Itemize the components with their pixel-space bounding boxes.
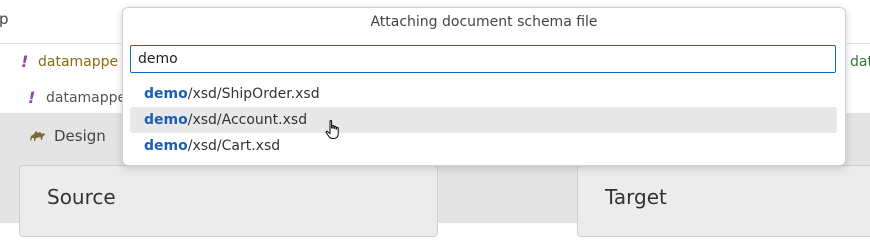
item-path-text: /xsd/Account.xsd	[187, 112, 308, 128]
row-trailing-text: dat	[850, 54, 870, 70]
warning-marker-icon: !	[21, 52, 29, 71]
quick-pick-item[interactable]: demo/xsd/ShipOrder.xsd	[130, 81, 837, 107]
quick-pick-item[interactable]: demo/xsd/Cart.xsd	[130, 133, 837, 159]
top-bar-text: p	[0, 10, 9, 28]
quick-pick-title: Attaching document schema file	[370, 14, 598, 30]
source-panel-title: Source	[47, 185, 116, 209]
quick-pick-input[interactable]: demo	[130, 45, 836, 73]
source-panel: Source	[19, 165, 438, 237]
file-name: datamappe	[46, 90, 127, 106]
quick-pick-list: demo/xsd/ShipOrder.xsd demo/xsd/Account.…	[130, 81, 837, 159]
item-match-text: demo	[144, 112, 188, 128]
item-match-text: demo	[144, 138, 188, 154]
warning-marker-icon: !	[28, 88, 36, 107]
target-panel: Target	[577, 165, 870, 237]
quick-pick-item-selected[interactable]: demo/xsd/Account.xsd	[130, 107, 837, 133]
item-path-text: /xsd/ShipOrder.xsd	[187, 86, 320, 102]
tab-design-label: Design	[54, 127, 106, 145]
schema-file-quick-pick: Attaching document schema file demo demo…	[122, 7, 846, 166]
item-path-text: /xsd/Cart.xsd	[187, 138, 281, 154]
item-match-text: demo	[144, 86, 188, 102]
hand-pointer-icon	[325, 120, 339, 139]
tab-design[interactable]: Design	[28, 127, 106, 145]
file-name: datamappe	[38, 54, 119, 70]
camel-icon	[30, 131, 45, 141]
target-panel-title: Target	[605, 185, 667, 209]
